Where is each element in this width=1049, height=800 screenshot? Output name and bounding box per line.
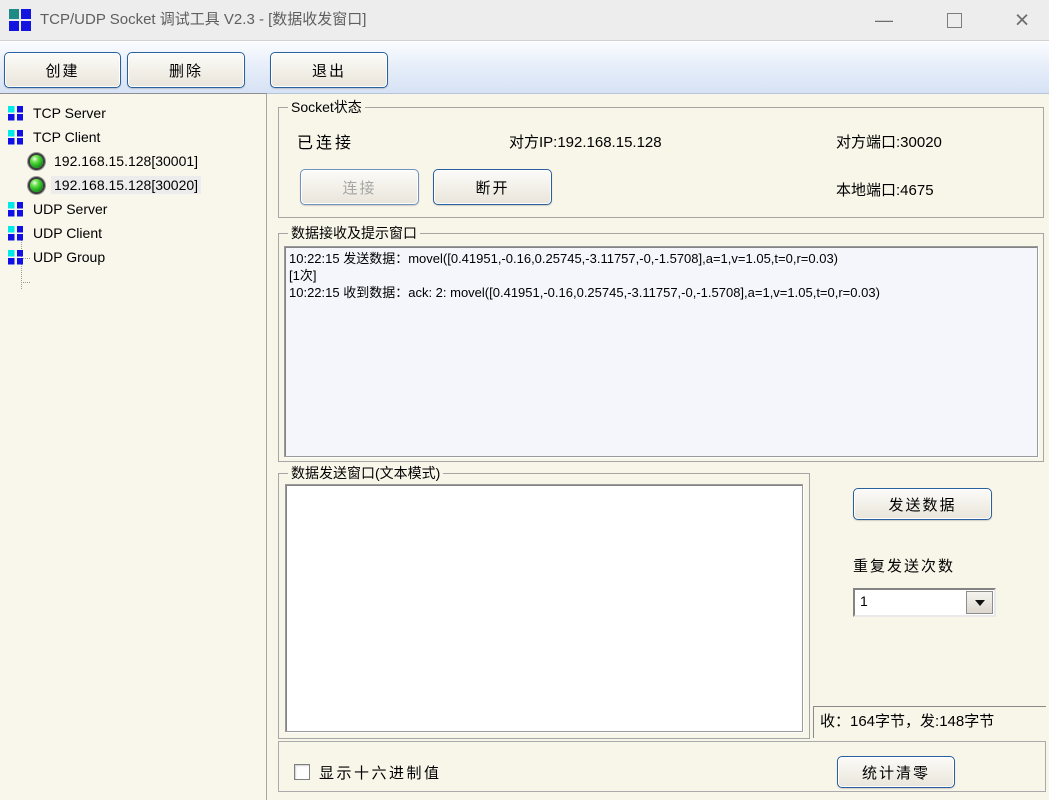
bottom-options-bar: 显示十六进制值 统计清零 <box>278 741 1046 792</box>
repeat-count-label: 重复发送次数 <box>853 555 955 576</box>
log-line: 10:22:15 发送数据：movel([0.41951,-0.16,0.257… <box>285 247 1037 267</box>
byte-stats-text: 收：164字节，发:148字节 <box>814 707 1046 736</box>
socket-status-group: Socket状态 已连接 对方IP:192.168.15.128 对方端口:30… <box>278 107 1044 218</box>
socket-type-icon <box>8 202 23 217</box>
socket-type-icon <box>8 226 23 241</box>
tree-connector-line <box>21 282 30 283</box>
minimize-button[interactable]: — <box>866 0 902 40</box>
log-line: 10:22:15 收到数据：ack: 2: movel([0.41951,-0.… <box>285 284 1037 301</box>
peer-port-text: 对方端口:30020 <box>836 131 942 152</box>
maximize-button[interactable] <box>936 0 972 40</box>
repeat-count-combobox[interactable]: 1 <box>853 588 996 617</box>
connection-state-text: 已连接 <box>297 129 354 153</box>
socket-type-icon <box>8 130 23 145</box>
window-title: TCP/UDP Socket 调试工具 V2.3 - [数据收发窗口] <box>40 0 366 40</box>
socket-tree: TCP Server TCP Client 192.168.15.128[300… <box>0 93 267 800</box>
tree-item-udp-client[interactable]: UDP Client <box>8 222 105 244</box>
chevron-down-icon <box>975 600 985 606</box>
app-window: TCP/UDP Socket 调试工具 V2.3 - [数据收发窗口] — × … <box>0 0 1049 800</box>
group-label: 数据发送窗口(文本模式) <box>288 465 443 482</box>
hex-display-label: 显示十六进制值 <box>319 762 442 783</box>
tree-item-label: TCP Server <box>30 104 109 122</box>
tree-item-label: 192.168.15.128[30020] <box>51 176 201 194</box>
send-data-button[interactable]: 发送数据 <box>853 488 992 520</box>
combobox-dropdown-button[interactable] <box>966 591 993 614</box>
tree-item-label: TCP Client <box>30 128 103 146</box>
tree-item-tcp-client[interactable]: TCP Client <box>8 126 103 148</box>
repeat-count-value: 1 <box>860 593 868 609</box>
clear-stats-button[interactable]: 统计清零 <box>837 756 955 788</box>
group-label: Socket状态 <box>288 99 365 116</box>
tree-item-connection-30001[interactable]: 192.168.15.128[30001] <box>30 150 201 172</box>
send-group: 数据发送窗口(文本模式) <box>278 473 810 739</box>
create-button[interactable]: 创建 <box>4 52 121 88</box>
group-label: 数据接收及提示窗口 <box>288 225 420 242</box>
close-button[interactable]: × <box>1004 0 1040 40</box>
app-logo-icon <box>9 9 31 31</box>
hex-display-checkbox[interactable] <box>294 764 310 780</box>
connect-button[interactable]: 连接 <box>300 169 419 205</box>
tree-item-tcp-server[interactable]: TCP Server <box>8 102 109 124</box>
toolbar: 创建 删除 退出 <box>0 41 1049 94</box>
tree-item-label: 192.168.15.128[30001] <box>51 152 201 170</box>
peer-ip-text: 对方IP:192.168.15.128 <box>509 131 662 152</box>
titlebar: TCP/UDP Socket 调试工具 V2.3 - [数据收发窗口] — × <box>0 0 1049 41</box>
receive-group: 数据接收及提示窗口 10:22:15 发送数据：movel([0.41951,-… <box>278 233 1044 462</box>
maximize-icon <box>947 13 962 28</box>
socket-type-icon <box>8 106 23 121</box>
tree-item-connection-30020[interactable]: 192.168.15.128[30020] <box>30 174 201 196</box>
log-line: [1次] <box>285 267 1037 284</box>
connection-status-icon <box>30 179 43 192</box>
connection-status-icon <box>30 155 43 168</box>
receive-log-area[interactable]: 10:22:15 发送数据：movel([0.41951,-0.16,0.257… <box>284 246 1038 457</box>
tree-item-udp-server[interactable]: UDP Server <box>8 198 110 220</box>
tree-item-udp-group[interactable]: UDP Group <box>8 246 108 268</box>
tree-item-label: UDP Server <box>30 200 110 218</box>
delete-button[interactable]: 删除 <box>127 52 245 88</box>
tree-item-label: UDP Client <box>30 224 105 242</box>
socket-type-icon <box>8 250 23 265</box>
local-port-text: 本地端口:4675 <box>836 179 934 200</box>
byte-stats-panel: 收：164字节，发:148字节 <box>813 706 1046 738</box>
tree-item-label: UDP Group <box>30 248 108 266</box>
minimize-icon: — <box>875 10 893 31</box>
send-text-input[interactable] <box>285 484 803 732</box>
close-icon: × <box>1015 6 1030 35</box>
disconnect-button[interactable]: 断开 <box>433 169 552 205</box>
exit-button[interactable]: 退出 <box>270 52 388 88</box>
